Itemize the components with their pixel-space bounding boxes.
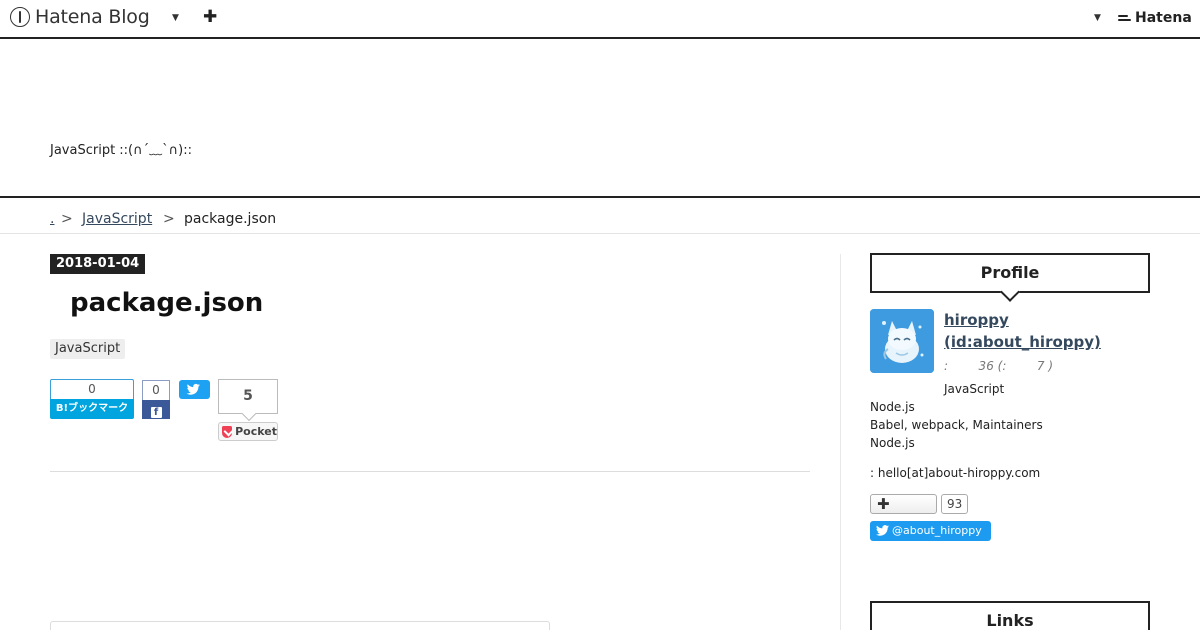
links-module-title: Links bbox=[870, 601, 1150, 630]
hatena-bookmark-count: 0 bbox=[50, 379, 134, 399]
blog-header: JavaScript ::(∩´﹏`∩):: bbox=[0, 39, 1200, 198]
hatena-bird-icon bbox=[1118, 13, 1132, 23]
pocket-button[interactable]: 5 Pocket bbox=[218, 379, 278, 442]
hatena-logo[interactable]: Hatena bbox=[1118, 10, 1192, 26]
blog-description: JavaScript ::(∩´﹏`∩):: bbox=[50, 143, 192, 158]
profile-text-line: Node.js bbox=[870, 436, 915, 450]
hatena-blog-logo[interactable]: Hatena Blog bbox=[10, 6, 150, 28]
twitter-follow-button[interactable]: @about_hiroppy bbox=[870, 521, 991, 541]
twitter-icon bbox=[186, 383, 200, 395]
pocket-icon bbox=[222, 425, 233, 438]
follower-count: 93 bbox=[941, 494, 969, 514]
pocket-count: 5 bbox=[218, 379, 278, 414]
hatena-logo-text: Hatena bbox=[1135, 10, 1192, 26]
user-menu-chevron-icon[interactable]: ▼ bbox=[1094, 13, 1101, 23]
breadcrumb-current: package.json bbox=[184, 211, 277, 227]
profile-id: (id:about_hiroppy) bbox=[944, 333, 1101, 351]
add-entry-button[interactable]: ✚ bbox=[203, 7, 217, 27]
pocket-label: Pocket bbox=[235, 425, 277, 438]
facebook-share-count: 0 bbox=[142, 380, 170, 400]
entry-category-tag[interactable]: JavaScript bbox=[50, 339, 126, 359]
profile-name: hiroppy bbox=[944, 311, 1009, 329]
hatena-bookmark-button[interactable]: 0 B!ブックマーク bbox=[50, 379, 134, 419]
avatar-image bbox=[870, 309, 934, 373]
profile-text-line: Babel, webpack, Maintainers bbox=[870, 418, 1043, 432]
profile-name-link[interactable]: hiroppy (id:about_hiroppy) bbox=[944, 309, 1101, 353]
breadcrumb: . > JavaScript > package.json bbox=[0, 198, 1200, 234]
plus-icon: ✚ bbox=[877, 495, 890, 513]
breadcrumb-category-link[interactable]: JavaScript bbox=[82, 211, 152, 227]
entry-title[interactable]: package.json bbox=[70, 288, 263, 318]
entry-date[interactable]: 2018-01-04 bbox=[50, 254, 146, 274]
twitter-share-button[interactable] bbox=[179, 380, 210, 399]
profile-text-line: JavaScript bbox=[944, 382, 1005, 396]
global-header: Hatena Blog ▼ ✚ ▼ Hatena bbox=[0, 0, 1200, 39]
profile-module-title: Profile bbox=[870, 253, 1150, 293]
profile-meta: : 36 (: 7 ) bbox=[944, 359, 1054, 373]
column-divider bbox=[840, 254, 841, 630]
twitter-icon bbox=[876, 525, 889, 536]
breadcrumb-home-link[interactable]: . bbox=[50, 211, 54, 227]
profile-text-line: Node.js bbox=[870, 400, 915, 414]
facebook-share-button[interactable]: 0 f bbox=[142, 380, 170, 419]
hatena-blog-logo-icon bbox=[10, 7, 30, 27]
profile-contact: : hello[at]about-hiroppy.com bbox=[870, 466, 1041, 480]
chevron-down-icon[interactable]: ▼ bbox=[172, 13, 179, 23]
hatena-blog-logo-text: Hatena Blog bbox=[35, 6, 150, 28]
avatar[interactable] bbox=[870, 309, 934, 373]
breadcrumb-separator: > bbox=[163, 211, 175, 227]
follow-button[interactable]: ✚ bbox=[870, 494, 937, 514]
hatena-bookmark-label: B!ブックマーク bbox=[50, 399, 134, 419]
entry-content-box bbox=[50, 621, 550, 630]
entry-divider bbox=[50, 471, 810, 472]
twitter-follow-label: @about_hiroppy bbox=[892, 524, 982, 537]
facebook-icon: f bbox=[150, 407, 162, 418]
breadcrumb-separator: > bbox=[61, 211, 73, 227]
